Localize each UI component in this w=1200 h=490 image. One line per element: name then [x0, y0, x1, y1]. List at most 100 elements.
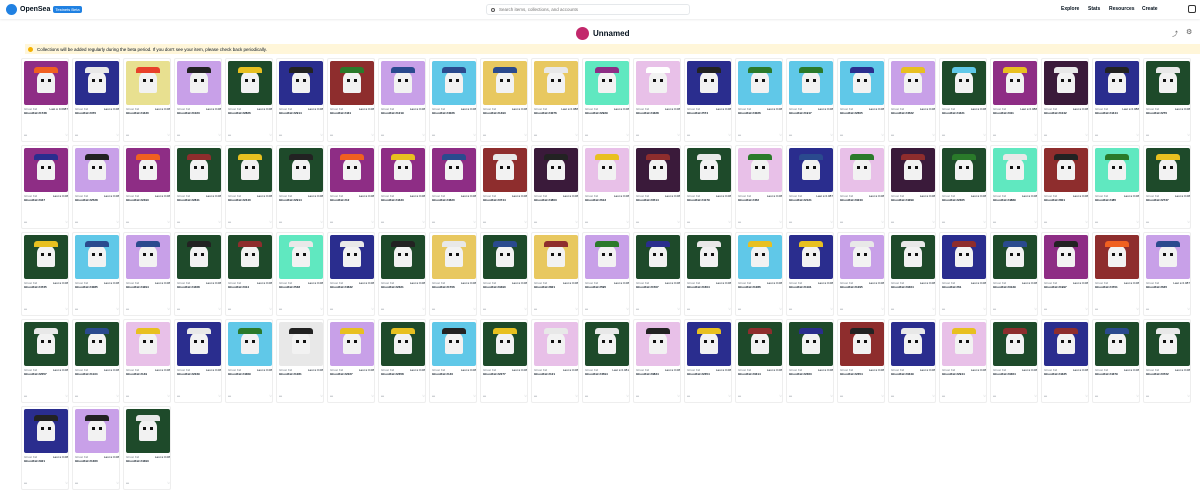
- nft-card[interactable]: Ghost Kid GhostKid #4335 Last Ξ 0.08 ••• ♡: [1041, 319, 1089, 403]
- nft-card[interactable]: Ghost Kid GhostKid #61 Last Ξ 0.08 ••• ♡: [939, 232, 987, 316]
- favorite-icon[interactable]: ♡: [626, 220, 629, 224]
- favorite-icon[interactable]: ♡: [779, 307, 782, 311]
- favorite-icon[interactable]: ♡: [524, 133, 527, 137]
- nft-card[interactable]: Ghost Kid GhostKid #613 Last Ξ 0.08 ••• ♡: [582, 145, 630, 229]
- favorite-icon[interactable]: ♡: [932, 220, 935, 224]
- favorite-icon[interactable]: ♡: [575, 133, 578, 137]
- more-options-icon[interactable]: •••: [738, 220, 741, 224]
- nft-card[interactable]: Ghost Kid GhostKid #3243 Last Ξ 0.08 ••• ♡: [837, 145, 885, 229]
- nft-card[interactable]: Ghost Kid GhostKid #1286 Last Ξ 0.08 ••• ♡: [735, 232, 783, 316]
- favorite-icon[interactable]: ♡: [1187, 394, 1190, 398]
- search-input[interactable]: [499, 7, 679, 12]
- nft-card[interactable]: Ghost Kid GhostKid #2440 Last Ξ 0.08 ••• ♡: [225, 145, 273, 229]
- favorite-icon[interactable]: ♡: [1034, 220, 1037, 224]
- nft-card[interactable]: Ghost Kid GhostKid #12 Last Ξ 0.08 ••• ♡: [327, 145, 375, 229]
- nft-card[interactable]: Ghost Kid GhostKid #1738 Last Ξ 0.0987 ••• ♡: [21, 58, 69, 142]
- nft-card[interactable]: Ghost Kid GhostKid #4379 Last Ξ 0.08 ••• ♡: [1092, 319, 1140, 403]
- more-options-icon[interactable]: •••: [228, 307, 231, 311]
- favorite-icon[interactable]: ♡: [1136, 307, 1139, 311]
- nft-card[interactable]: Ghost Kid GhostKid #1134 Last Ξ 0.08 ••• ♡: [72, 319, 120, 403]
- more-options-icon[interactable]: •••: [993, 133, 996, 137]
- more-options-icon[interactable]: •••: [687, 220, 690, 224]
- gear-icon[interactable]: ⚙: [1186, 28, 1192, 36]
- favorite-icon[interactable]: ♡: [320, 307, 323, 311]
- more-options-icon[interactable]: •••: [942, 133, 945, 137]
- favorite-icon[interactable]: ♡: [65, 394, 68, 398]
- more-options-icon[interactable]: •••: [228, 133, 231, 137]
- favorite-icon[interactable]: ♡: [983, 133, 986, 137]
- more-options-icon[interactable]: •••: [24, 133, 27, 137]
- nft-card[interactable]: Ghost Kid GhostKid #2914 Last Ξ 0.08 ••• ♡: [276, 58, 324, 142]
- nft-card[interactable]: Ghost Kid GhostKid #121 Last Ξ 0.08 ••• ♡: [531, 319, 579, 403]
- more-options-icon[interactable]: •••: [75, 307, 78, 311]
- nft-card[interactable]: Ghost Kid GhostKid #4421 Last Ξ 0.08 ••• ♡: [939, 58, 987, 142]
- nav-create[interactable]: Create: [1142, 6, 1158, 12]
- favorite-icon[interactable]: ♡: [1187, 133, 1190, 137]
- more-options-icon[interactable]: •••: [942, 307, 945, 311]
- favorite-icon[interactable]: ♡: [983, 220, 986, 224]
- nft-card[interactable]: Ghost Kid GhostKid #4632 Last Ξ 0.08 ••• ♡: [327, 232, 375, 316]
- favorite-icon[interactable]: ♡: [167, 307, 170, 311]
- nft-card[interactable]: Ghost Kid GhostKid #1604 Last Ξ 0.08 ••• ♡: [684, 232, 732, 316]
- favorite-icon[interactable]: ♡: [116, 133, 119, 137]
- more-options-icon[interactable]: •••: [789, 220, 792, 224]
- nft-card[interactable]: Ghost Kid GhostKid #3834 Last Ξ 0.08 ••• ♡: [633, 319, 681, 403]
- more-options-icon[interactable]: •••: [840, 394, 843, 398]
- nft-card[interactable]: Ghost Kid GhostKid #3722 Last Ξ 0.08 ••• ♡: [1143, 319, 1191, 403]
- favorite-icon[interactable]: ♡: [830, 220, 833, 224]
- nft-card[interactable]: Ghost Kid GhostKid #149 Last Ξ 0.08 ••• ♡: [123, 319, 171, 403]
- nft-card[interactable]: Ghost Kid GhostKid #548 Last Ξ 0.08 ••• ♡: [276, 232, 324, 316]
- more-options-icon[interactable]: •••: [330, 307, 333, 311]
- more-options-icon[interactable]: •••: [483, 307, 486, 311]
- nft-card[interactable]: Ghost Kid GhostKid #2914 Last Ξ 0.08 ••• ♡: [276, 145, 324, 229]
- more-options-icon[interactable]: •••: [1044, 307, 1047, 311]
- nft-card[interactable]: Ghost Kid GhostKid #3364 Last Ξ 0.08 ••• ♡: [990, 319, 1038, 403]
- nft-card[interactable]: Ghost Kid GhostKid #1507 Last Ξ 0.08 ••• ♡: [633, 232, 681, 316]
- favorite-icon[interactable]: ♡: [779, 394, 782, 398]
- more-options-icon[interactable]: •••: [687, 133, 690, 137]
- more-options-icon[interactable]: •••: [1095, 133, 1098, 137]
- favorite-icon[interactable]: ♡: [524, 394, 527, 398]
- nft-card[interactable]: Ghost Kid GhostKid #2826 Last Ξ 0.08 ••• ♡: [225, 58, 273, 142]
- nft-card[interactable]: Ghost Kid GhostKid #4889 Last Ξ 0.08 ••• ♡: [990, 145, 1038, 229]
- more-options-icon[interactable]: •••: [636, 220, 639, 224]
- nft-card[interactable]: Ghost Kid GhostKid #4294 Last Ξ 0.08 ••• ♡: [123, 232, 171, 316]
- nft-card[interactable]: Ghost Kid GhostKid #4701 Last Ξ 0.08 ••• ♡: [1092, 232, 1140, 316]
- more-options-icon[interactable]: •••: [432, 133, 435, 137]
- more-options-icon[interactable]: •••: [738, 133, 741, 137]
- nft-card[interactable]: Ghost Kid GhostKid #1493 Last Ξ 0.08 ••• ♡: [480, 58, 528, 142]
- nft-card[interactable]: Ghost Kid GhostKid #1295 Last Ξ 0.08 ••• ♡: [837, 232, 885, 316]
- more-options-icon[interactable]: •••: [1095, 394, 1098, 398]
- nft-card[interactable]: Ghost Kid GhostKid #4430 Last Ξ 0.08 ••• ♡: [123, 58, 171, 142]
- favorite-icon[interactable]: ♡: [1187, 220, 1190, 224]
- more-options-icon[interactable]: •••: [891, 133, 894, 137]
- nft-card[interactable]: Ghost Kid GhostKid #2363 Last Ξ 0.08 ••• ♡: [786, 319, 834, 403]
- favorite-icon[interactable]: ♡: [116, 481, 119, 485]
- more-options-icon[interactable]: •••: [177, 307, 180, 311]
- favorite-icon[interactable]: ♡: [65, 481, 68, 485]
- nft-card[interactable]: Ghost Kid GhostKid #1219 Last Ξ 0.08 ••• ♡: [378, 58, 426, 142]
- favorite-icon[interactable]: ♡: [1085, 307, 1088, 311]
- favorite-icon[interactable]: ♡: [575, 394, 578, 398]
- nft-card[interactable]: Ghost Kid GhostKid #2358 Last Ξ 0.08 ••• ♡: [378, 319, 426, 403]
- favorite-icon[interactable]: ♡: [167, 481, 170, 485]
- nft-card[interactable]: Ghost Kid GhostKid #4369 Last Ξ 0.08 ••• ♡: [225, 319, 273, 403]
- more-options-icon[interactable]: •••: [942, 220, 945, 224]
- favorite-icon[interactable]: ♡: [1136, 133, 1139, 137]
- favorite-icon[interactable]: ♡: [65, 307, 68, 311]
- more-options-icon[interactable]: •••: [585, 307, 588, 311]
- nft-card[interactable]: Ghost Kid GhostKid #485 Last Ξ 0.08 ••• ♡: [1092, 145, 1140, 229]
- more-options-icon[interactable]: •••: [75, 394, 78, 398]
- nft-card[interactable]: Ghost Kid GhostKid #4444 Last Ξ 0.088 ••• ♡: [1092, 58, 1140, 142]
- more-options-icon[interactable]: •••: [1146, 394, 1149, 398]
- nft-card[interactable]: Ghost Kid GhostKid #3514 Last Ξ 0.08 ••• ♡: [633, 145, 681, 229]
- nav-stats[interactable]: Stats: [1088, 6, 1100, 12]
- favorite-icon[interactable]: ♡: [677, 307, 680, 311]
- nft-card[interactable]: Ghost Kid GhostKid #921 Last Ξ 0.08 ••• ♡: [21, 406, 69, 490]
- favorite-icon[interactable]: ♡: [881, 220, 884, 224]
- favorite-icon[interactable]: ♡: [1187, 307, 1190, 311]
- more-options-icon[interactable]: •••: [24, 307, 27, 311]
- favorite-icon[interactable]: ♡: [320, 220, 323, 224]
- more-options-icon[interactable]: •••: [75, 133, 78, 137]
- favorite-icon[interactable]: ♡: [932, 307, 935, 311]
